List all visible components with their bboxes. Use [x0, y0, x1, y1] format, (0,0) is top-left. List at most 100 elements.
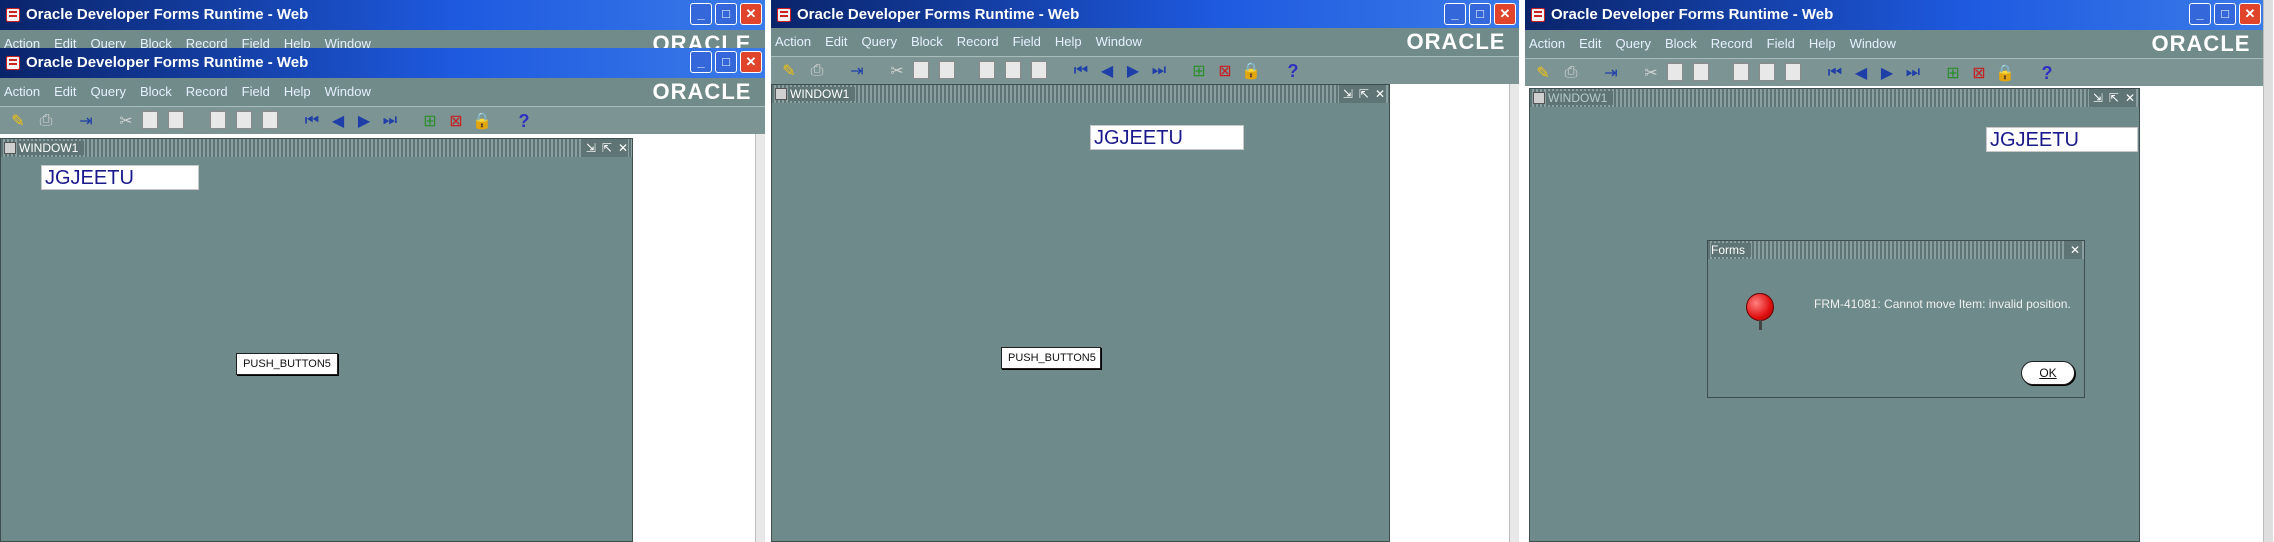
close-button[interactable]: ✕: [2239, 3, 2261, 25]
close-icon[interactable]: ✕: [2125, 89, 2135, 107]
minimize-icon[interactable]: ⇲: [2093, 89, 2103, 107]
mdi-window-titlebar[interactable]: WINDOW1 ⇲ ⇱ ✕: [1530, 89, 2139, 107]
menu-field[interactable]: Field: [1767, 36, 1795, 51]
menu-query[interactable]: Query: [91, 84, 126, 99]
previous-block-icon[interactable]: ⏮: [302, 111, 322, 131]
cut-icon[interactable]: ✂: [887, 61, 907, 81]
maximize-icon[interactable]: ⇱: [2109, 89, 2119, 107]
menu-block[interactable]: Block: [1665, 36, 1697, 51]
push-button[interactable]: PUSH_BUTTON5: [236, 353, 338, 375]
next-block-icon[interactable]: ⏭: [1149, 61, 1169, 81]
menu-field[interactable]: Field: [242, 84, 270, 99]
maximize-button[interactable]: □: [1469, 3, 1491, 25]
minimize-button[interactable]: _: [2189, 3, 2211, 25]
lock-record-icon[interactable]: 🔒: [472, 111, 492, 131]
close-button[interactable]: ✕: [740, 3, 762, 25]
exit-icon[interactable]: ⇥: [76, 111, 96, 131]
cancel-query-icon[interactable]: [262, 111, 278, 129]
next-block-icon[interactable]: ⏭: [380, 111, 400, 131]
mdi-window-titlebar[interactable]: WINDOW1 ⇲ ⇱ ✕: [772, 85, 1389, 103]
alert-titlebar[interactable]: Forms ✕: [1708, 241, 2084, 259]
previous-record-icon[interactable]: ◀: [328, 111, 348, 131]
help-icon[interactable]: ?: [514, 111, 534, 131]
menu-action[interactable]: Action: [775, 34, 811, 49]
save-icon[interactable]: ✎: [1533, 63, 1553, 83]
text-item[interactable]: JGJEETU: [1090, 125, 1244, 150]
menu-record[interactable]: Record: [1711, 36, 1753, 51]
copy-icon[interactable]: [1667, 63, 1683, 81]
previous-block-icon[interactable]: ⏮: [1825, 63, 1845, 83]
execute-query-icon[interactable]: [1759, 63, 1775, 81]
close-icon[interactable]: ✕: [618, 139, 628, 157]
minimize-icon[interactable]: ⇲: [586, 139, 596, 157]
insert-record-icon[interactable]: ⊞: [420, 111, 440, 131]
print-icon[interactable]: ⎙: [1561, 63, 1581, 83]
execute-query-icon[interactable]: [236, 111, 252, 129]
enter-query-icon[interactable]: [210, 111, 226, 129]
previous-block-icon[interactable]: ⏮: [1071, 61, 1091, 81]
menu-window[interactable]: Window: [1096, 34, 1142, 49]
insert-record-icon[interactable]: ⊞: [1943, 63, 1963, 83]
cancel-query-icon[interactable]: [1031, 61, 1047, 79]
menu-help[interactable]: Help: [284, 84, 311, 99]
delete-record-icon[interactable]: ⊠: [1969, 63, 1989, 83]
cut-icon[interactable]: ✂: [116, 111, 136, 131]
enter-query-icon[interactable]: [979, 61, 995, 79]
menu-help[interactable]: Help: [1055, 34, 1082, 49]
menu-field[interactable]: Field: [1013, 34, 1041, 49]
vertical-scrollbar[interactable]: [2263, 0, 2273, 542]
push-button[interactable]: PUSH_BUTTON5: [1001, 347, 1101, 369]
maximize-icon[interactable]: ⇱: [602, 139, 612, 157]
insert-record-icon[interactable]: ⊞: [1189, 61, 1209, 81]
title-bar[interactable]: Oracle Developer Forms Runtime - Web _ □…: [0, 48, 765, 78]
minimize-icon[interactable]: ⇲: [1343, 85, 1353, 103]
minimize-button[interactable]: _: [690, 51, 712, 73]
text-item[interactable]: JGJEETU: [41, 165, 199, 190]
print-icon[interactable]: ⎙: [36, 111, 56, 131]
enter-query-icon[interactable]: [1733, 63, 1749, 81]
next-record-icon[interactable]: ▶: [1123, 61, 1143, 81]
text-item[interactable]: JGJEETU: [1986, 127, 2138, 152]
minimize-button[interactable]: _: [690, 3, 712, 25]
delete-record-icon[interactable]: ⊠: [446, 111, 466, 131]
exit-icon[interactable]: ⇥: [847, 61, 867, 81]
menu-action[interactable]: Action: [1529, 36, 1565, 51]
maximize-button[interactable]: □: [715, 3, 737, 25]
copy-icon[interactable]: [913, 61, 929, 79]
previous-record-icon[interactable]: ◀: [1097, 61, 1117, 81]
maximize-icon[interactable]: ⇱: [1359, 85, 1369, 103]
vertical-scrollbar[interactable]: [1509, 84, 1519, 542]
paste-icon[interactable]: [168, 111, 184, 129]
menu-record[interactable]: Record: [186, 84, 228, 99]
menu-edit[interactable]: Edit: [1579, 36, 1601, 51]
menu-block[interactable]: Block: [911, 34, 943, 49]
close-button[interactable]: ✕: [1494, 3, 1516, 25]
mdi-window-titlebar[interactable]: WINDOW1 ⇲ ⇱ ✕: [1, 139, 632, 157]
exit-icon[interactable]: ⇥: [1601, 63, 1621, 83]
close-icon[interactable]: ✕: [2065, 241, 2080, 259]
maximize-button[interactable]: □: [715, 51, 737, 73]
save-icon[interactable]: ✎: [8, 111, 28, 131]
menu-window[interactable]: Window: [325, 84, 371, 99]
lock-record-icon[interactable]: 🔒: [1241, 61, 1261, 81]
menu-window[interactable]: Window: [1850, 36, 1896, 51]
delete-record-icon[interactable]: ⊠: [1215, 61, 1235, 81]
next-record-icon[interactable]: ▶: [354, 111, 374, 131]
menu-block[interactable]: Block: [140, 84, 172, 99]
save-icon[interactable]: ✎: [779, 61, 799, 81]
help-icon[interactable]: ?: [1283, 61, 1303, 81]
title-bar[interactable]: Oracle Developer Forms Runtime - Web _ □…: [1525, 0, 2264, 30]
lock-record-icon[interactable]: 🔒: [1995, 63, 2015, 83]
maximize-button[interactable]: □: [2214, 3, 2236, 25]
next-block-icon[interactable]: ⏭: [1903, 63, 1923, 83]
ok-button[interactable]: OK: [2021, 361, 2075, 385]
print-icon[interactable]: ⎙: [807, 61, 827, 81]
cancel-query-icon[interactable]: [1785, 63, 1801, 81]
title-bar[interactable]: Oracle Developer Forms Runtime - Web _ □…: [0, 0, 765, 30]
copy-icon[interactable]: [142, 111, 158, 129]
title-bar[interactable]: Oracle Developer Forms Runtime - Web _ □…: [771, 0, 1519, 30]
menu-action[interactable]: Action: [4, 84, 40, 99]
menu-record[interactable]: Record: [957, 34, 999, 49]
close-icon[interactable]: ✕: [1375, 85, 1385, 103]
execute-query-icon[interactable]: [1005, 61, 1021, 79]
